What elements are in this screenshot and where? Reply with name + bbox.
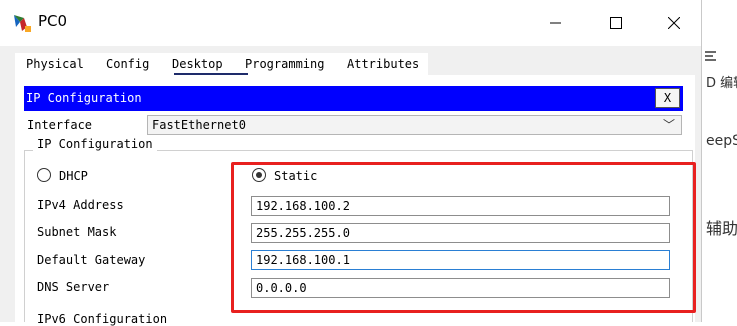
tab-config[interactable]: Config [106,57,149,71]
tab-attributes[interactable]: Attributes [347,57,419,71]
dhcp-label: DHCP [59,169,88,183]
ip-config-title: IP Configuration [26,91,142,105]
ipv4-address-value: 192.168.100.2 [256,199,350,213]
close-window-button[interactable] [652,6,696,40]
window-title: PC0 [38,12,68,30]
packet-tracer-icon [14,15,31,32]
background-text-assist: 辅助 [706,219,737,238]
tab-bar: Physical Config Desktop Programming Attr… [15,53,428,75]
background-text-edit: D 编辑 [706,76,737,91]
dns-server-value: 0.0.0.0 [256,281,307,295]
tab-desktop[interactable]: Desktop [172,57,223,71]
title-bar: PC0 [0,0,701,46]
subnet-mask-input[interactable]: 255.255.255.0 [251,223,670,243]
maximize-button[interactable] [594,6,638,40]
ipv4-label: IPv4 Address [37,198,124,212]
subnet-mask-label: Subnet Mask [37,225,117,239]
menu-icon [705,51,716,61]
tab-programming[interactable]: Programming [245,57,324,71]
ip-config-group-label: IP Configuration [33,137,157,151]
static-radio[interactable] [252,168,266,182]
default-gateway-value: 192.168.100.1 [256,253,350,267]
dns-server-input[interactable]: 0.0.0.0 [251,278,670,298]
subnet-mask-value: 255.255.255.0 [256,226,350,240]
dns-server-label: DNS Server [37,280,110,294]
radio-selected-dot [255,171,262,178]
tab-physical[interactable]: Physical [26,57,84,71]
close-icon [668,17,680,29]
background-app: D 编辑 eepSe 辅助 [702,0,737,322]
maximize-icon [610,17,622,29]
chevron-down-icon: ﹀ [662,118,675,132]
default-gateway-label: Default Gateway [37,253,146,267]
ip-config-header: IP Configuration X [24,86,683,111]
background-text-deepseek: eepSe [706,133,737,149]
dhcp-radio[interactable] [37,168,51,182]
interface-label: Interface [27,118,93,132]
interface-select[interactable]: FastEthernet0 ﹀ [147,115,682,135]
interface-value: FastEthernet0 [152,118,246,132]
ipv6-config-label: IPv6 Configuration [37,312,168,326]
ipv4-address-input[interactable]: 192.168.100.2 [251,196,670,216]
minimize-icon [550,22,561,24]
default-gateway-input[interactable]: 192.168.100.1 [251,250,670,270]
close-dialog-button[interactable]: X [655,88,680,108]
minimize-button[interactable] [534,6,578,40]
static-label: Static [274,169,318,183]
pc0-window: PC0 Physical Config Desktop Programming … [0,0,702,326]
